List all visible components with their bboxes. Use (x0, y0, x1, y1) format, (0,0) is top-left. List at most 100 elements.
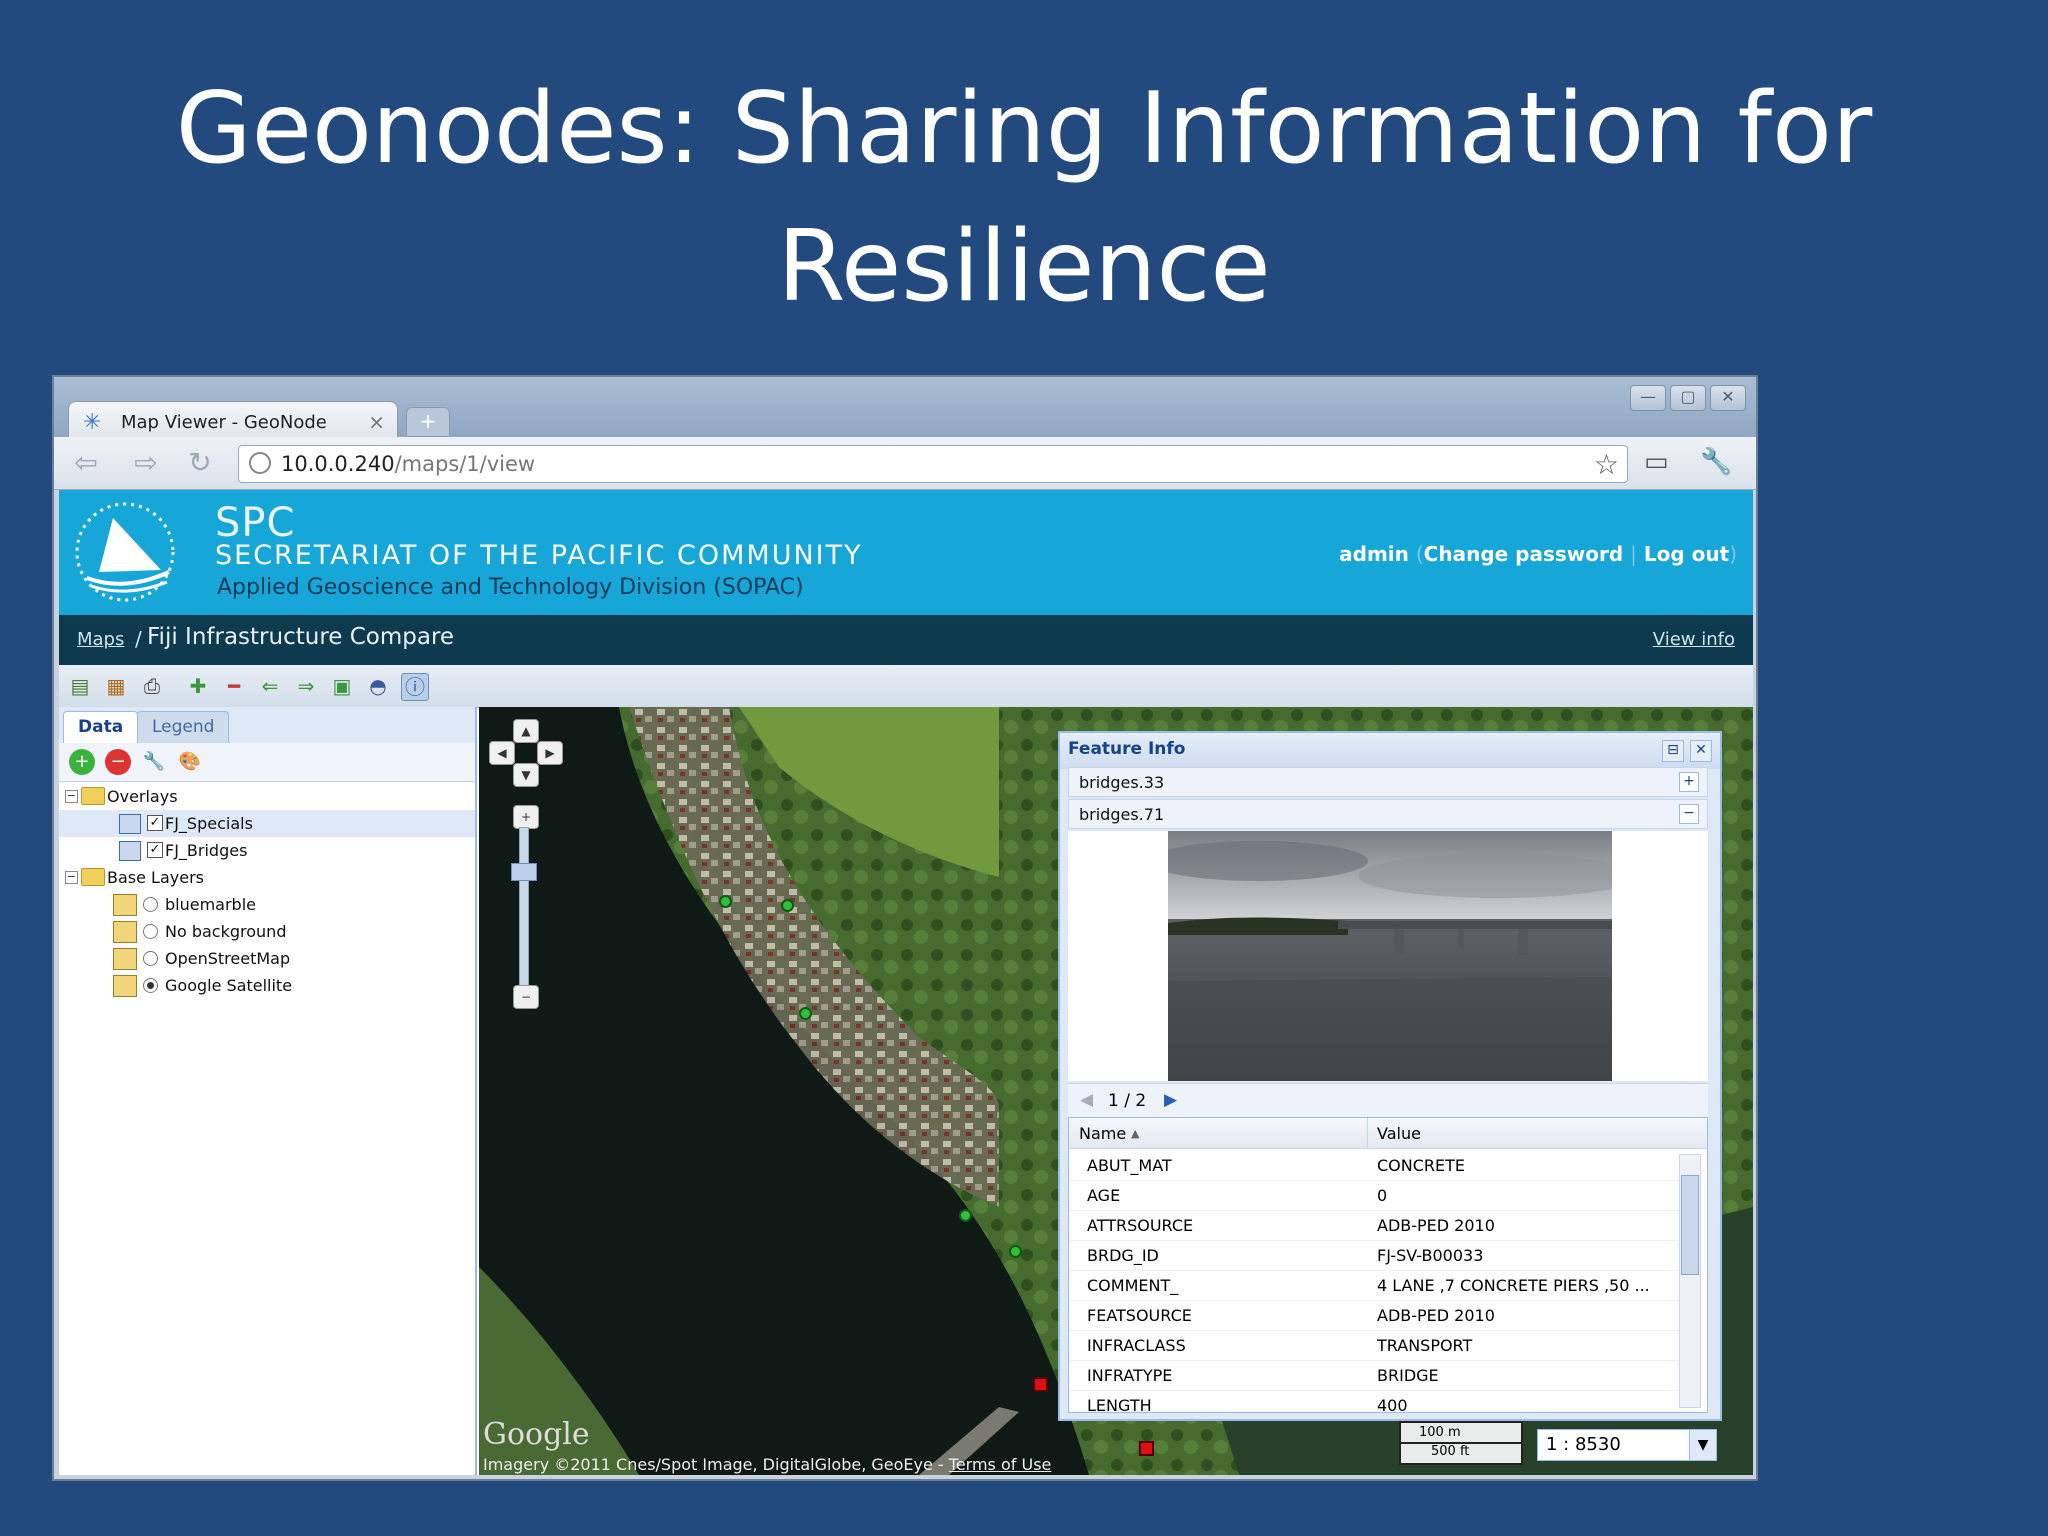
grid-scrollbar[interactable] (1679, 1154, 1701, 1408)
tree-folder-base-layers[interactable]: − Base Layers (59, 864, 475, 891)
page-info-icon[interactable] (249, 452, 271, 474)
collapse-icon[interactable]: − (65, 871, 78, 884)
table-row[interactable]: INFRATYPE BRIDGE (1069, 1360, 1679, 1391)
column-header-value[interactable]: Value (1377, 1124, 1421, 1143)
scale-select[interactable]: 1 : 8530 ▼ (1537, 1429, 1717, 1461)
scrollbar-thumb[interactable] (1681, 1175, 1699, 1275)
column-header-name[interactable]: Name (1079, 1124, 1126, 1143)
reload-icon[interactable]: ↻ (182, 445, 218, 481)
expand-icon[interactable]: + (1679, 772, 1699, 792)
base-layer-radio-selected[interactable] (143, 978, 158, 993)
bridge-marker[interactable] (959, 1209, 972, 1222)
google-earth-icon[interactable]: ◓ (365, 673, 391, 699)
zoom-slider[interactable] (519, 827, 529, 989)
base-layer-row[interactable]: No background (59, 918, 475, 945)
export-map-icon[interactable]: ▦ (103, 673, 129, 699)
browser-tab[interactable]: ✳ Map Viewer - GeoNode × (68, 401, 398, 441)
wrench-icon[interactable]: 🔧 (1700, 447, 1732, 477)
feature-id: bridges.71 (1079, 805, 1165, 824)
previous-page-icon[interactable]: ◀ (1080, 1090, 1093, 1110)
pin-icon[interactable]: ⊟ (1662, 740, 1684, 762)
close-icon[interactable]: ✕ (1690, 740, 1712, 762)
table-row[interactable]: LENGTH 400 (1069, 1390, 1679, 1412)
base-layer-radio[interactable] (143, 951, 158, 966)
bookmark-star-icon[interactable]: ☆ (1594, 448, 1619, 481)
username-link[interactable]: admin (1339, 542, 1409, 566)
feature-row[interactable]: bridges.33 + (1068, 767, 1708, 797)
url-path: /maps/1/view (394, 452, 536, 476)
table-row[interactable]: AGE 0 (1069, 1180, 1679, 1211)
table-row[interactable]: COMMENT_ 4 LANE ,7 CONCRETE PIERS ,50 ... (1069, 1270, 1679, 1301)
base-layer-row[interactable]: bluemarble (59, 891, 475, 918)
add-layer-icon[interactable]: + (69, 749, 95, 775)
base-layers-label: Base Layers (107, 868, 204, 887)
previous-extent-icon[interactable]: ⇐ (257, 673, 283, 699)
log-out-link[interactable]: Log out (1644, 542, 1729, 566)
tab-data[interactable]: Data (63, 711, 139, 743)
maximize-button[interactable]: ▢ (1670, 385, 1706, 411)
zoom-in-tool-icon[interactable]: ✚ (185, 673, 211, 699)
feature-row-expanded[interactable]: bridges.71 − (1068, 799, 1708, 829)
bridge-marker[interactable] (799, 1007, 812, 1020)
google-logo: Google (483, 1417, 590, 1452)
collapse-icon[interactable]: − (65, 790, 78, 803)
attribute-value: ADB-PED 2010 (1377, 1216, 1495, 1235)
layer-row-fj-bridges[interactable]: ✓ FJ_Bridges (59, 837, 475, 864)
zoom-to-extent-icon[interactable]: ▣ (329, 673, 355, 699)
forward-icon[interactable]: ⇨ (128, 445, 164, 481)
feature-info-header[interactable]: Feature Info ⊟ ✕ (1060, 733, 1720, 769)
new-tab-button[interactable]: + (406, 407, 450, 437)
chevron-down-icon[interactable]: ▼ (1689, 1430, 1716, 1460)
bridge-marker[interactable] (781, 899, 794, 912)
pan-down-icon[interactable]: ▼ (513, 763, 539, 787)
table-row[interactable]: ABUT_MAT CONCRETE (1069, 1150, 1679, 1181)
special-marker[interactable] (1033, 1377, 1048, 1392)
attribute-name: FEATSOURCE (1087, 1306, 1192, 1325)
print-icon[interactable]: ⎙ (139, 673, 165, 699)
layer-row-fj-specials[interactable]: ✓ FJ_Specials (59, 810, 475, 837)
pan-right-icon[interactable]: ▶ (537, 741, 563, 765)
zoom-out-icon[interactable]: − (513, 985, 539, 1009)
base-layer-row-selected[interactable]: Google Satellite (59, 972, 475, 999)
back-icon[interactable]: ⇦ (68, 445, 104, 481)
close-window-button[interactable]: ✕ (1710, 385, 1746, 411)
browser-toolbar: ⇦ ⇨ ↻ 10.0.0.240/maps/1/view ☆ ▭ 🔧 (54, 437, 1756, 490)
tree-folder-overlays[interactable]: − Overlays (59, 783, 475, 810)
next-page-icon[interactable]: ▶ (1164, 1090, 1177, 1110)
view-info-link[interactable]: View info (1653, 629, 1735, 650)
base-layer-row[interactable]: OpenStreetMap (59, 945, 475, 972)
collapse-icon[interactable]: − (1679, 804, 1699, 824)
bridge-marker[interactable] (719, 895, 732, 908)
table-row[interactable]: ATTRSOURCE ADB-PED 2010 (1069, 1210, 1679, 1241)
address-bar[interactable]: 10.0.0.240/maps/1/view ☆ (238, 445, 1628, 483)
table-row[interactable]: FEATSOURCE ADB-PED 2010 (1069, 1300, 1679, 1331)
remove-layer-icon[interactable]: − (105, 749, 131, 775)
breadcrumb-maps-link[interactable]: Maps (77, 629, 124, 650)
bridge-marker[interactable] (1009, 1245, 1022, 1258)
map-properties-icon[interactable]: ▤ (67, 673, 93, 699)
terms-of-use-link[interactable]: Terms of Use (949, 1455, 1052, 1474)
layer-checkbox[interactable]: ✓ (147, 842, 163, 858)
page-menu-icon[interactable]: ▭ (1644, 447, 1669, 477)
special-marker[interactable] (1139, 1441, 1154, 1456)
feature-info-window[interactable]: Feature Info ⊟ ✕ bridges.33 + bridges.71… (1058, 731, 1722, 1421)
layer-styles-icon[interactable]: 🎨 (177, 749, 203, 775)
zoom-in-icon[interactable]: + (513, 805, 539, 829)
layer-checkbox[interactable]: ✓ (147, 815, 163, 831)
change-password-link[interactable]: Change password (1424, 542, 1624, 566)
pan-up-icon[interactable]: ▲ (513, 719, 539, 743)
base-layer-radio[interactable] (143, 924, 158, 939)
zoom-slider-thumb[interactable] (511, 863, 537, 881)
pan-left-icon[interactable]: ◀ (489, 741, 515, 765)
next-extent-icon[interactable]: ⇒ (293, 673, 319, 699)
base-layer-radio[interactable] (143, 897, 158, 912)
feature-info-tool-icon[interactable]: ⓘ (401, 673, 429, 701)
table-row[interactable]: INFRACLASS TRANSPORT (1069, 1330, 1679, 1361)
feature-photo-panel (1068, 831, 1708, 1081)
tab-legend[interactable]: Legend (137, 711, 230, 743)
zoom-out-tool-icon[interactable]: ━ (221, 673, 247, 699)
tab-close-icon[interactable]: × (368, 410, 385, 434)
table-row[interactable]: BRDG_ID FJ-SV-B00033 (1069, 1240, 1679, 1271)
minimize-button[interactable]: — (1630, 385, 1666, 411)
layer-properties-icon[interactable]: 🔧 (141, 749, 167, 775)
